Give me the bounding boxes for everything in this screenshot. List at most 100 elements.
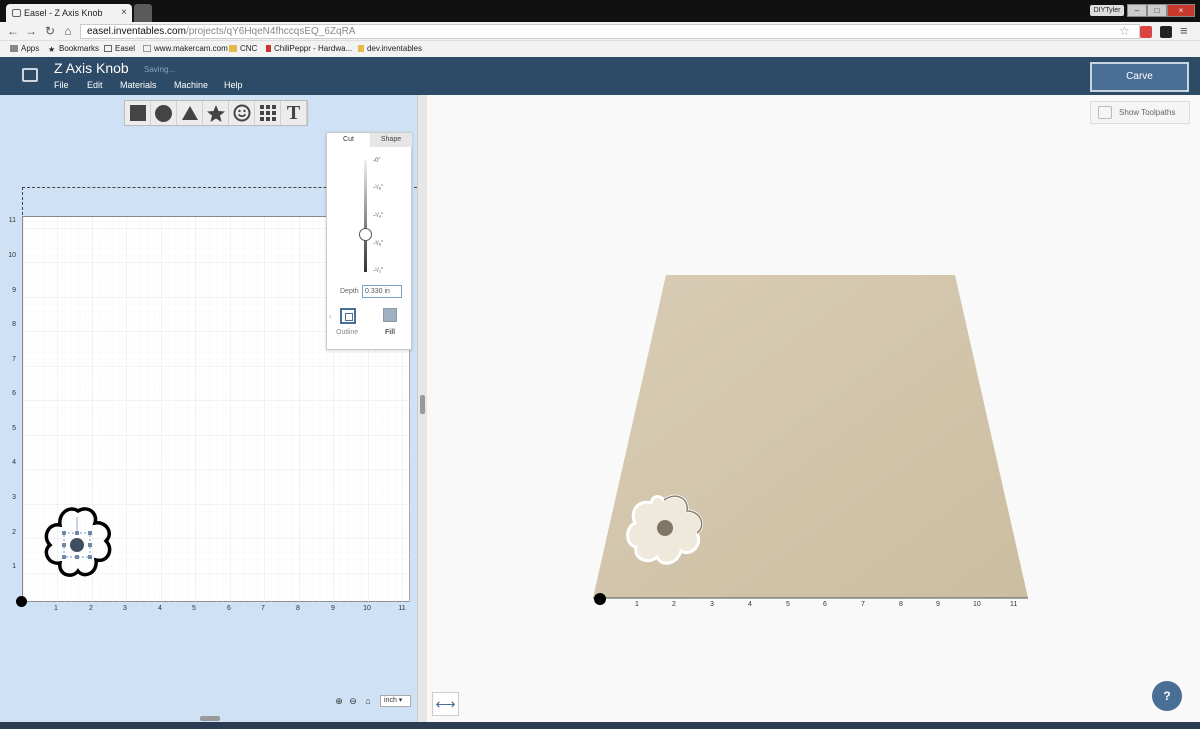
triangle-tool[interactable] <box>177 101 203 125</box>
pencil-icon <box>358 45 364 52</box>
preview-x-tick: 3 <box>710 601 714 608</box>
splitter-grip[interactable] <box>420 395 425 414</box>
x-axis-tick: 8 <box>296 605 300 612</box>
depth-slider[interactable] <box>364 160 367 272</box>
menu-edit[interactable]: Edit <box>87 80 103 90</box>
fill-label: Fill <box>385 329 396 336</box>
extension-icon[interactable] <box>1160 26 1172 38</box>
star-icon: ★ <box>48 45 56 54</box>
x-axis-tick: 1 <box>54 605 58 612</box>
depth-input[interactable]: 0.330 in <box>362 285 402 298</box>
reload-icon[interactable]: ↻ <box>43 24 57 38</box>
x-axis-tick: 3 <box>123 605 127 612</box>
tab-cut[interactable]: Cut <box>327 133 370 147</box>
square-icon <box>129 105 146 121</box>
gmail-extension-icon[interactable] <box>1140 26 1152 38</box>
x-axis-tick: 5 <box>192 605 196 612</box>
bookmark-makercam[interactable]: www.makercam.com <box>143 44 228 53</box>
circle-tool[interactable] <box>151 101 177 125</box>
bookmark-easel[interactable]: Easel <box>104 44 135 53</box>
home-icon[interactable]: ⌂ <box>61 24 75 38</box>
saving-status: Saving... <box>144 65 176 74</box>
easel-favicon-icon <box>12 9 21 17</box>
preview-x-tick: 7 <box>861 601 865 608</box>
panel-splitter[interactable] <box>417 95 427 722</box>
y-axis-tick: 7 <box>12 356 16 363</box>
project-title[interactable]: Z Axis Knob <box>54 60 129 76</box>
square-tool[interactable] <box>125 101 151 125</box>
origin-marker <box>16 596 27 607</box>
view-toggle-arrows-icon[interactable]: ⟷ <box>432 692 459 716</box>
x-axis-tick: 10 <box>363 605 371 612</box>
help-button[interactable]: ? <box>1152 681 1182 711</box>
menu-help[interactable]: Help <box>224 80 243 90</box>
y-axis-tick: 6 <box>12 390 16 397</box>
carve-button[interactable]: Carve <box>1090 62 1189 92</box>
url-bar[interactable]: easel.inventables.com/projects/qY6HqeN4f… <box>80 24 1140 39</box>
unit-select[interactable]: inch ▾ <box>380 695 411 707</box>
maximize-icon[interactable]: □ <box>1147 4 1167 17</box>
smiley-tool[interactable] <box>229 101 255 125</box>
back-arrow-icon[interactable]: ← <box>6 24 20 38</box>
x-axis-tick: 9 <box>331 605 335 612</box>
easel-bookmark-icon <box>104 45 112 52</box>
bookmark-chilipeppr[interactable]: ChiliPeppr - Hardwa... <box>266 44 352 53</box>
page-icon <box>143 45 151 52</box>
zoom-out-icon[interactable]: ⊖ <box>347 695 359 707</box>
menu-machine[interactable]: Machine <box>174 80 208 90</box>
menu-file[interactable]: File <box>54 80 69 90</box>
browser-toolbar: ← → ↻ ⌂ easel.inventables.com/projects/q… <box>0 22 1200 41</box>
new-tab-button[interactable] <box>134 4 152 22</box>
outline-label: Outline <box>336 329 359 336</box>
resize-handle[interactable] <box>200 716 220 721</box>
fill-cut-button[interactable] <box>383 308 397 322</box>
depth-tick: -¹/₄" <box>373 213 384 219</box>
app-header: Z Axis Knob Saving... File Edit Material… <box>0 57 1200 95</box>
y-axis-tick: 5 <box>12 425 16 432</box>
user-profile-badge[interactable]: DIYTyler <box>1090 5 1124 16</box>
url-host: easel.inventables.com <box>87 26 186 37</box>
bookmark-star-icon[interactable]: ☆ <box>1119 24 1130 38</box>
bookmark-dev-inventables[interactable]: dev.inventables <box>358 44 422 53</box>
preview-x-tick: 11 <box>1010 601 1018 608</box>
browser-titlebar: Easel - Z Axis Knob × DIYTyler – □ × <box>0 0 1200 22</box>
browser-tab-easel[interactable]: Easel - Z Axis Knob × <box>6 4 132 22</box>
apps-grid-icon <box>10 45 18 52</box>
bookmark-bookmarks[interactable]: ★ Bookmarks <box>48 44 99 54</box>
tab-close-icon[interactable]: × <box>121 7 127 18</box>
chevron-left-icon[interactable]: ‹ <box>329 312 332 321</box>
minimize-icon[interactable]: – <box>1127 4 1147 17</box>
y-axis-tick: 9 <box>12 287 16 294</box>
bookmarks-bar: Apps ★ Bookmarks Easel www.makercam.com C… <box>0 41 1200 57</box>
depth-slider-thumb[interactable] <box>359 228 372 241</box>
y-axis-tick: 3 <box>12 494 16 501</box>
bookmark-cnc[interactable]: CNC <box>229 44 257 53</box>
smiley-icon <box>233 104 250 122</box>
shape-toolbar: T <box>124 100 308 126</box>
pattern-grid-tool[interactable] <box>255 101 281 125</box>
y-axis-tick: 11 <box>8 217 16 224</box>
forward-arrow-icon[interactable]: → <box>24 24 38 38</box>
star-tool[interactable] <box>203 101 229 125</box>
grid-icon <box>259 105 276 121</box>
x-axis-tick: 2 <box>89 605 93 612</box>
preview-3d-panel[interactable]: Show Toolpaths 1 2 3 4 5 6 7 8 9 10 11 ⟷… <box>427 95 1200 722</box>
tab-shape[interactable]: Shape <box>370 133 412 147</box>
easel-logo-icon[interactable] <box>22 68 38 82</box>
y-axis-tick: 2 <box>12 529 16 536</box>
preview-x-tick: 9 <box>936 601 940 608</box>
chevron-down-icon: ▾ <box>398 697 403 704</box>
text-tool[interactable]: T <box>281 101 307 125</box>
menu-materials[interactable]: Materials <box>120 80 157 90</box>
x-axis-tick: 6 <box>227 605 231 612</box>
zoom-in-icon[interactable]: ⊕ <box>333 695 345 707</box>
knob-flower-shape[interactable] <box>40 503 118 583</box>
preview-x-tick: 8 <box>899 601 903 608</box>
outline-cut-button[interactable] <box>340 308 356 324</box>
chrome-menu-icon[interactable]: ≡ <box>1180 23 1188 38</box>
home-view-icon[interactable]: ⌂ <box>362 695 374 707</box>
url-path: /projects/qY6HqeN4fhccqsEQ_6ZqRA <box>185 26 356 37</box>
window-close-icon[interactable]: × <box>1167 4 1195 17</box>
star-icon <box>206 104 225 122</box>
bookmark-apps[interactable]: Apps <box>10 44 39 53</box>
